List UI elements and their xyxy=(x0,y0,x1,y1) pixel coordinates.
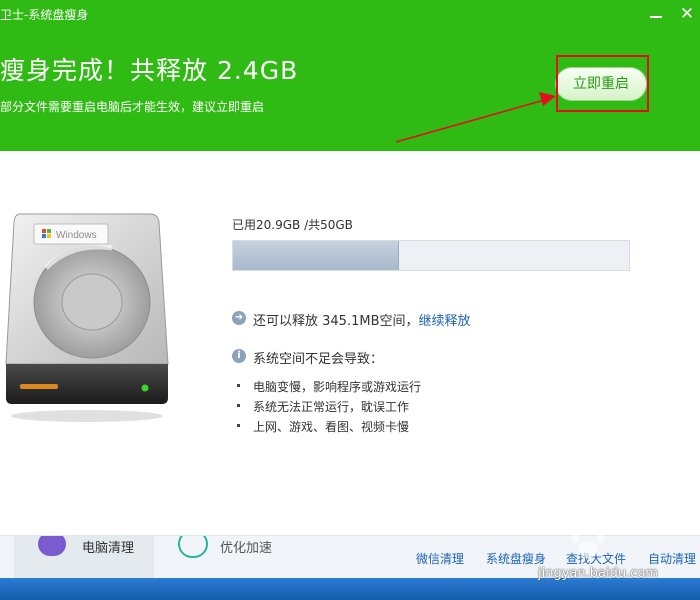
hard-disk-icon: Windows xyxy=(5,213,169,422)
broom-icon xyxy=(38,536,66,556)
window-title: 卫士-系统盘瘦身 xyxy=(0,8,89,22)
result-subline: 部分文件需要重启电脑后才能生效，建议立即重启 xyxy=(0,100,265,114)
close-icon[interactable]: ✕ xyxy=(674,2,700,26)
system-slim-link[interactable]: 系统盘瘦身 xyxy=(486,550,546,567)
disk-usage-fill xyxy=(233,241,399,270)
result-headline: 瘦身完成！共释放 2.4GB xyxy=(0,56,299,85)
free-more-text-group: 还可以释放 345.1MB空间，继续释放 xyxy=(253,310,471,329)
warning-title: 系统空间不足会导致： xyxy=(253,352,384,367)
auto-clean-link[interactable]: 自动清理 xyxy=(648,550,696,567)
continue-release-link[interactable]: 继续释放 xyxy=(418,314,470,329)
free-more-text: 还可以释放 345.1MB空间， xyxy=(253,314,419,329)
minimize-icon[interactable] xyxy=(640,2,670,26)
info-circle-icon: i xyxy=(232,349,246,363)
restart-now-button[interactable]: 立即重启 xyxy=(555,67,647,101)
tab-optimize-speed[interactable]: 优化加速 xyxy=(170,536,310,578)
warning-item-text: 上网、游戏、看图、视频卡慢 xyxy=(253,420,410,434)
wechat-clean-link[interactable]: 微信清理 xyxy=(416,550,464,567)
disk-usage-bar xyxy=(232,240,630,271)
arrow-right-circle-icon: ➜ xyxy=(232,311,246,325)
result-header: 卫士-系统盘瘦身 ✕ 瘦身完成！共释放 2.4GB 部分文件需要重启电脑后才能生… xyxy=(0,0,700,151)
disk-usage-text: 已用20.9GB /共50GB xyxy=(232,218,353,232)
warning-item-text: 系统无法正常运行，耽误工作 xyxy=(253,400,410,414)
rocket-icon xyxy=(178,536,208,558)
disk-brand-label: Windows xyxy=(56,230,97,241)
taskbar-strip xyxy=(0,578,700,600)
app-window: 卫士-系统盘瘦身 ✕ 瘦身完成！共释放 2.4GB 部分文件需要重启电脑后才能生… xyxy=(0,0,700,600)
tab-pc-clean[interactable]: 电脑清理 xyxy=(14,536,154,578)
watermark-text: jingyan.baidu.com xyxy=(538,566,658,581)
tab-optimize-label: 优化加速 xyxy=(220,541,273,556)
warning-item-text: 电脑变慢，影响程序或游戏运行 xyxy=(253,380,422,394)
tab-pc-clean-label: 电脑清理 xyxy=(82,541,135,556)
baidu-paw-icon xyxy=(572,525,605,558)
